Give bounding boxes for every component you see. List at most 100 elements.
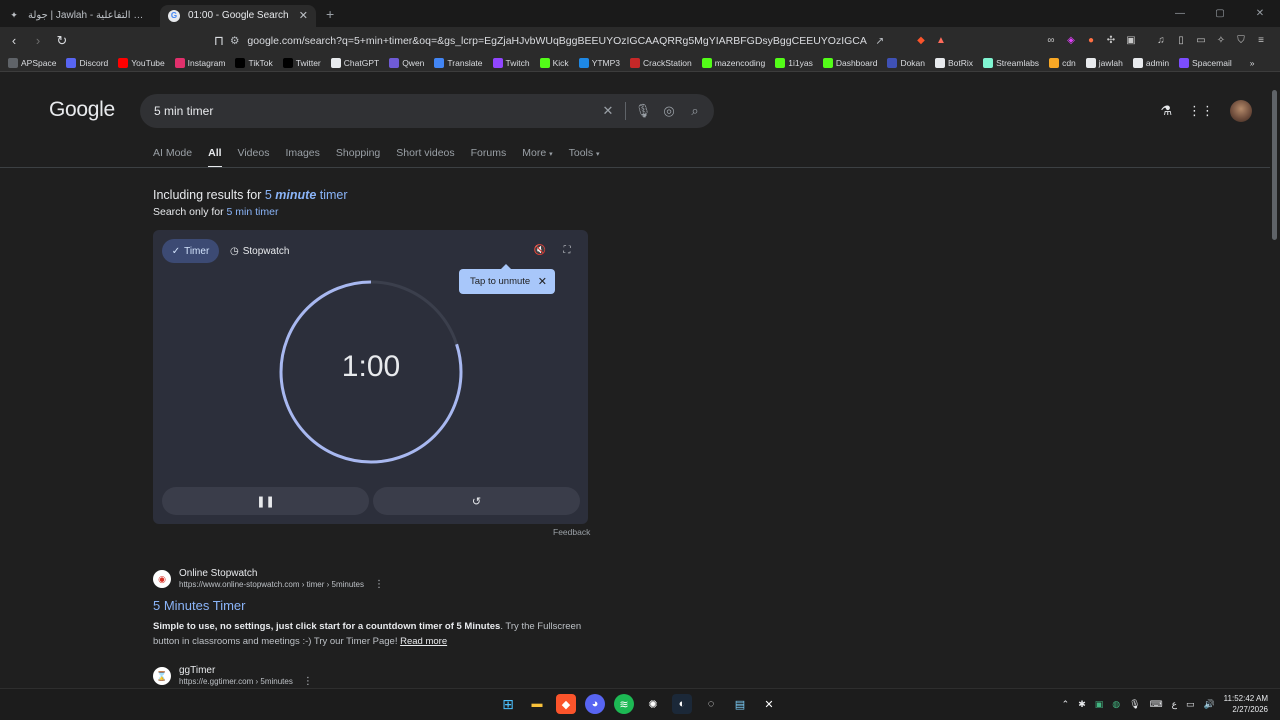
search-box[interactable]: 5 min timer ✕ 🎙 ◎ ⌕ — [140, 94, 714, 128]
spotify-icon[interactable]: ≋ — [614, 694, 634, 714]
keyboard-icon[interactable]: ⌨ — [1150, 699, 1163, 710]
read-more-link[interactable]: Read more — [400, 636, 447, 647]
notepad-icon[interactable]: ▤ — [730, 694, 750, 714]
fullscreen-icon[interactable]: ⛶ — [560, 243, 574, 257]
tab-google-search[interactable]: G 01:00 - Google Search ✕ — [160, 4, 316, 27]
bookmark-twitter[interactable]: Twitter — [282, 57, 321, 68]
result-site[interactable]: ◉ Online Stopwatch https://www.online-st… — [153, 568, 583, 590]
bookmark-translate[interactable]: Translate — [434, 57, 483, 68]
bookmark-jawlah[interactable]: jawlah — [1085, 57, 1123, 68]
bookmark-dokan[interactable]: Dokan — [887, 57, 925, 68]
leo-icon[interactable]: ✧ — [1214, 34, 1228, 48]
steam-icon[interactable]: ◐ — [672, 694, 692, 714]
puzzle-icon[interactable]: ✣ — [1104, 34, 1118, 48]
mute-icon[interactable]: 🔇 — [533, 243, 547, 257]
bookmark-streamlabs[interactable]: Streamlabs — [983, 57, 1039, 68]
address-bar[interactable]: ⚙ google.com/search?q=5+min+timer&oq=&gs… — [230, 30, 950, 51]
close-window-icon[interactable]: ✕ — [1240, 0, 1280, 27]
language-indicator[interactable]: ع — [1172, 699, 1177, 710]
back-icon[interactable]: ‹ — [4, 31, 24, 51]
bookmark-discord[interactable]: Discord — [66, 57, 108, 68]
wallet-icon[interactable]: ▭ — [1194, 34, 1208, 48]
search-only-link[interactable]: 5 min timer — [227, 206, 279, 218]
volume-icon[interactable]: 🔊 — [1203, 699, 1214, 710]
vpn-icon[interactable]: ⛉ — [1234, 34, 1248, 48]
bookmark-dashboard[interactable]: Dashboard — [822, 57, 877, 68]
bookmark-botrix[interactable]: BotRix — [935, 57, 973, 68]
more-options-icon[interactable]: ⋮ — [303, 676, 313, 687]
tab-forums[interactable]: Forums — [471, 147, 507, 159]
music-icon[interactable]: ♫ — [1154, 34, 1168, 48]
extension-icon[interactable]: ▣ — [1124, 34, 1138, 48]
more-bookmarks-icon[interactable]: » — [1250, 58, 1255, 68]
slack-icon[interactable]: ✱ — [1078, 699, 1086, 710]
bookmark-apspace[interactable]: APSpace — [8, 57, 56, 68]
display-icon[interactable]: ▭ — [1186, 699, 1195, 710]
tab-ai-mode[interactable]: AI Mode — [153, 147, 192, 159]
feedback-link[interactable]: Feedback — [553, 527, 590, 537]
extension-icon[interactable]: ● — [1084, 34, 1098, 48]
search-input[interactable]: 5 min timer — [154, 104, 595, 118]
tab-all[interactable]: All — [208, 147, 222, 168]
reload-icon[interactable]: ↻ — [52, 31, 72, 51]
tab-more[interactable]: More ▾ — [522, 147, 552, 159]
brave-icon[interactable]: ◆ — [556, 694, 576, 714]
tab-shopping[interactable]: Shopping — [336, 147, 380, 159]
bookmark-spacemail[interactable]: Spacemail — [1179, 57, 1232, 68]
clear-icon[interactable]: ✕ — [595, 98, 621, 124]
google-logo[interactable]: Google — [49, 98, 115, 122]
microphone-icon[interactable]: 🎙 — [1129, 699, 1140, 710]
start-icon[interactable]: ⊞ — [498, 694, 518, 714]
bookmark-qwen[interactable]: Qwen — [389, 57, 424, 68]
brave-rewards-icon[interactable]: ▲ — [934, 34, 948, 48]
brave-shield-icon[interactable]: ◆ — [914, 34, 928, 48]
maximize-icon[interactable]: ▢ — [1200, 0, 1240, 27]
chevron-up-icon[interactable]: ⌃ — [1062, 699, 1070, 710]
new-tab-button[interactable]: + — [326, 6, 334, 22]
capcut-icon[interactable]: ✕ — [759, 694, 779, 714]
tab-videos[interactable]: Videos — [238, 147, 270, 159]
labs-icon[interactable]: ⚗ — [1160, 103, 1172, 119]
share-icon[interactable]: ↗ — [875, 35, 884, 47]
lens-icon[interactable]: ◎ — [656, 98, 682, 124]
site-info-icon[interactable]: ⚙ — [230, 35, 239, 47]
apps-grid-icon[interactable]: ⋮⋮ — [1188, 103, 1214, 119]
bookmark-cdn[interactable]: cdn — [1049, 57, 1076, 68]
bookmark-admin[interactable]: admin — [1132, 57, 1169, 68]
bookmark-mazencoding[interactable]: mazencoding — [701, 57, 765, 68]
bookmark-chatgpt[interactable]: ChatGPT — [330, 57, 379, 68]
tab-jawlah[interactable]: ✦ جولة | Jawlah - منصة الألعاب التفاعلية — [0, 5, 160, 27]
including-link[interactable]: 5 minute timer — [265, 188, 348, 202]
search-icon[interactable]: ⌕ — [682, 98, 708, 124]
bookmark-icon[interactable]: ⊓ — [209, 31, 229, 51]
tab-short-videos[interactable]: Short videos — [396, 147, 454, 159]
bookmark-ytmp3[interactable]: YTMP3 — [578, 57, 620, 68]
microphone-icon[interactable]: 🎙 — [630, 98, 656, 124]
reset-button[interactable]: ↺ — [373, 487, 580, 515]
close-tab-icon[interactable]: ✕ — [299, 9, 308, 22]
result-site[interactable]: ⌛ ggTimer https://e.ggtimer.com › 5minut… — [153, 665, 313, 687]
bookmark-tiktok[interactable]: TikTok — [235, 57, 273, 68]
scrollbar-thumb[interactable] — [1272, 90, 1277, 240]
tray-app-icon[interactable]: ▣ — [1095, 699, 1104, 710]
file-explorer-icon[interactable]: ▬ — [527, 694, 547, 714]
tab-tools[interactable]: Tools ▾ — [569, 147, 600, 159]
pause-button[interactable]: ❚❚ — [162, 487, 369, 515]
close-icon[interactable]: ✕ — [538, 275, 547, 288]
menu-icon[interactable]: ≡ — [1254, 34, 1268, 48]
sidebar-icon[interactable]: ▯ — [1174, 34, 1188, 48]
bookmark-instagram[interactable]: Instagram — [174, 57, 225, 68]
bookmark-kick[interactable]: Kick — [539, 57, 569, 68]
extension-icon[interactable]: ◈ — [1064, 34, 1078, 48]
obs-icon[interactable]: ◌ — [701, 694, 721, 714]
forward-icon[interactable]: › — [28, 31, 48, 51]
result-title[interactable]: 5 Minutes Timer — [153, 598, 583, 613]
discord-icon[interactable]: ◕ — [585, 694, 605, 714]
tray-app-icon[interactable]: ◍ — [1112, 699, 1120, 710]
bookmark-1i1yas[interactable]: 1i1yas — [775, 57, 813, 68]
more-options-icon[interactable]: ⋮ — [374, 579, 384, 590]
avatar[interactable] — [1230, 100, 1252, 122]
steelseries-icon[interactable]: ✺ — [643, 694, 663, 714]
minimize-icon[interactable]: — — [1160, 0, 1200, 27]
tab-images[interactable]: Images — [285, 147, 319, 159]
